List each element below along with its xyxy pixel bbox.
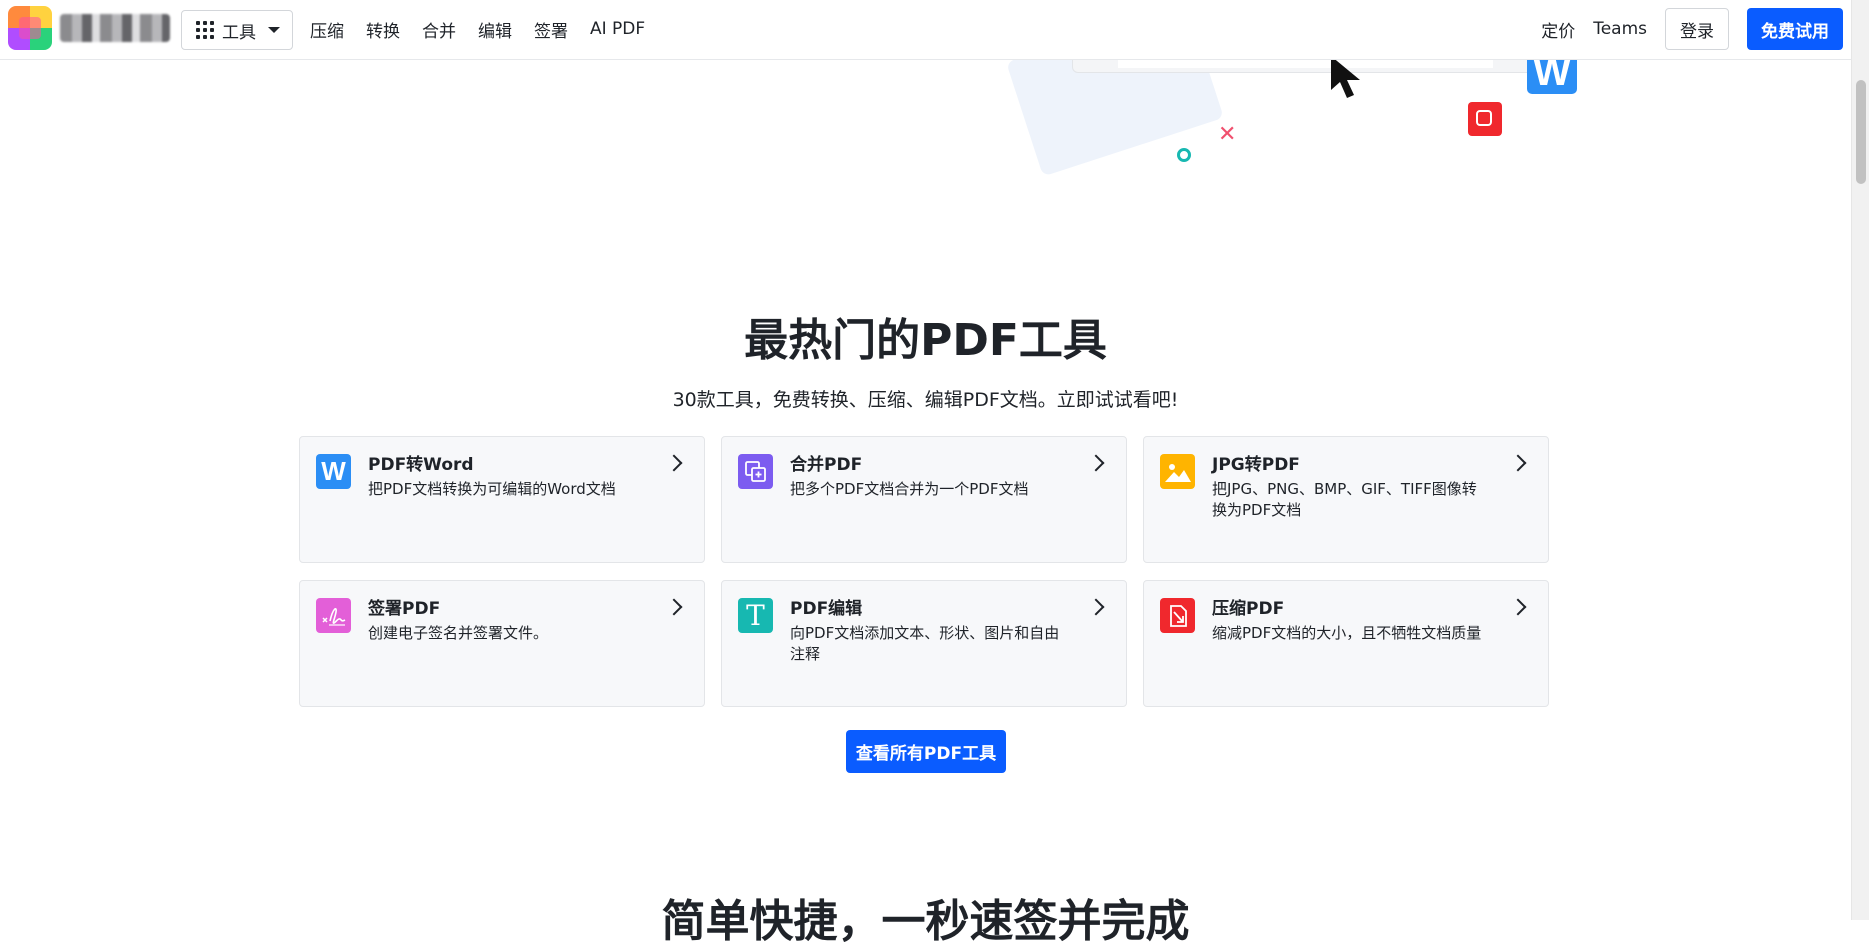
nav-link-convert[interactable]: 转换 [366, 17, 400, 42]
tool-card-desc: 向PDF文档添加文本、形状、图片和自由注释 [790, 624, 1060, 663]
top-navbar: 工具 压缩 转换 合并 编辑 签署 AI PDF 定价 Teams 登录 免费试… [0, 0, 1851, 60]
tool-card-desc: 缩减PDF文档的大小，且不牺牲文档质量 [1212, 624, 1482, 642]
nav-link-teams[interactable]: Teams [1593, 19, 1647, 39]
free-trial-button[interactable]: 免费试用 [1747, 8, 1843, 50]
page-scrollbar[interactable] [1851, 0, 1869, 920]
chevron-right-icon [1087, 454, 1105, 472]
tool-card-title: 签署PDF [368, 599, 441, 619]
word-icon: W [316, 454, 351, 489]
tool-card-merge-pdf[interactable]: 合并PDF 把多个PDF文档合并为一个PDF文档 [721, 436, 1127, 563]
tools-dropdown-label: 工具 [222, 22, 256, 43]
tool-card-desc: 把多个PDF文档合并为一个PDF文档 [790, 480, 1029, 498]
nav-right-actions: 定价 Teams 登录 免费试用 [1541, 0, 1843, 58]
nav-link-pricing[interactable]: 定价 [1541, 17, 1575, 42]
tool-card-pdf-to-word[interactable]: W PDF转Word 把PDF文档转换为可编辑的Word文档 [299, 436, 705, 563]
signature-icon [316, 598, 351, 633]
tool-card-compress-pdf[interactable]: 压缩PDF 缩减PDF文档的大小，且不牺牲文档质量 [1143, 580, 1549, 707]
nav-link-merge[interactable]: 合并 [422, 17, 456, 42]
merge-icon [738, 454, 773, 489]
compress-icon [1160, 598, 1195, 633]
brand-logo[interactable] [8, 6, 52, 50]
ring-decor-icon [1177, 148, 1191, 162]
brand-name-blurred[interactable] [60, 14, 170, 42]
next-section-title: 简单快捷，一秒速签并完成 [661, 896, 1190, 947]
tool-card-sign-pdf[interactable]: 签署PDF 创建电子签名并签署文件。 [299, 580, 705, 707]
chevron-right-icon [665, 454, 683, 472]
grid-icon [196, 21, 214, 39]
compress-decor-icon [1468, 102, 1502, 136]
tool-card-jpg-to-pdf[interactable]: JPG转PDF 把JPG、PNG、BMP、GIF、TIFF图像转换为PDF文档 [1143, 436, 1549, 563]
chevron-down-icon [268, 27, 280, 33]
tool-card-desc: 把JPG、PNG、BMP、GIF、TIFF图像转换为PDF文档 [1212, 480, 1477, 519]
scrollbar-thumb[interactable] [1856, 80, 1866, 184]
sparkle-decor-icon: ✕ [1218, 122, 1237, 147]
login-button[interactable]: 登录 [1665, 8, 1729, 50]
tool-card-title: JPG转PDF [1212, 455, 1300, 475]
tool-card-desc: 创建电子签名并签署文件。 [368, 624, 549, 642]
tool-card-title: 合并PDF [790, 455, 863, 475]
tool-card-title: PDF编辑 [790, 599, 863, 619]
image-icon [1160, 454, 1195, 489]
nav-link-edit[interactable]: 编辑 [478, 17, 512, 42]
chevron-right-icon [665, 598, 683, 616]
tool-card-title: PDF转Word [368, 455, 474, 475]
tools-dropdown-button[interactable]: 工具 [181, 10, 293, 50]
nav-link-compress[interactable]: 压缩 [310, 17, 344, 42]
view-all-tools-button[interactable]: 查看所有PDF工具 [846, 730, 1006, 773]
mouse-cursor-icon [1331, 56, 1360, 98]
tool-card-edit-pdf[interactable]: T PDF编辑 向PDF文档添加文本、形状、图片和自由注释 [721, 580, 1127, 707]
tool-card-desc: 把PDF文档转换为可编辑的Word文档 [368, 480, 616, 498]
nav-link-sign[interactable]: 签署 [534, 17, 568, 42]
chevron-right-icon [1509, 598, 1527, 616]
chevron-right-icon [1087, 598, 1105, 616]
tool-card-title: 压缩PDF [1212, 599, 1285, 619]
section-title: 最热门的PDF工具 [744, 315, 1107, 366]
tool-cards-grid: W PDF转Word 把PDF文档转换为可编辑的Word文档 合并PDF 把多个… [299, 436, 1549, 707]
text-edit-icon: T [738, 598, 773, 633]
nav-link-ai-pdf[interactable]: AI PDF [590, 19, 645, 39]
main-nav-links: 压缩 转换 合并 编辑 签署 AI PDF [310, 0, 645, 58]
chevron-right-icon [1509, 454, 1527, 472]
section-subtitle: 30款工具，免费转换、压缩、编辑PDF文档。立即试试看吧! [672, 389, 1179, 411]
